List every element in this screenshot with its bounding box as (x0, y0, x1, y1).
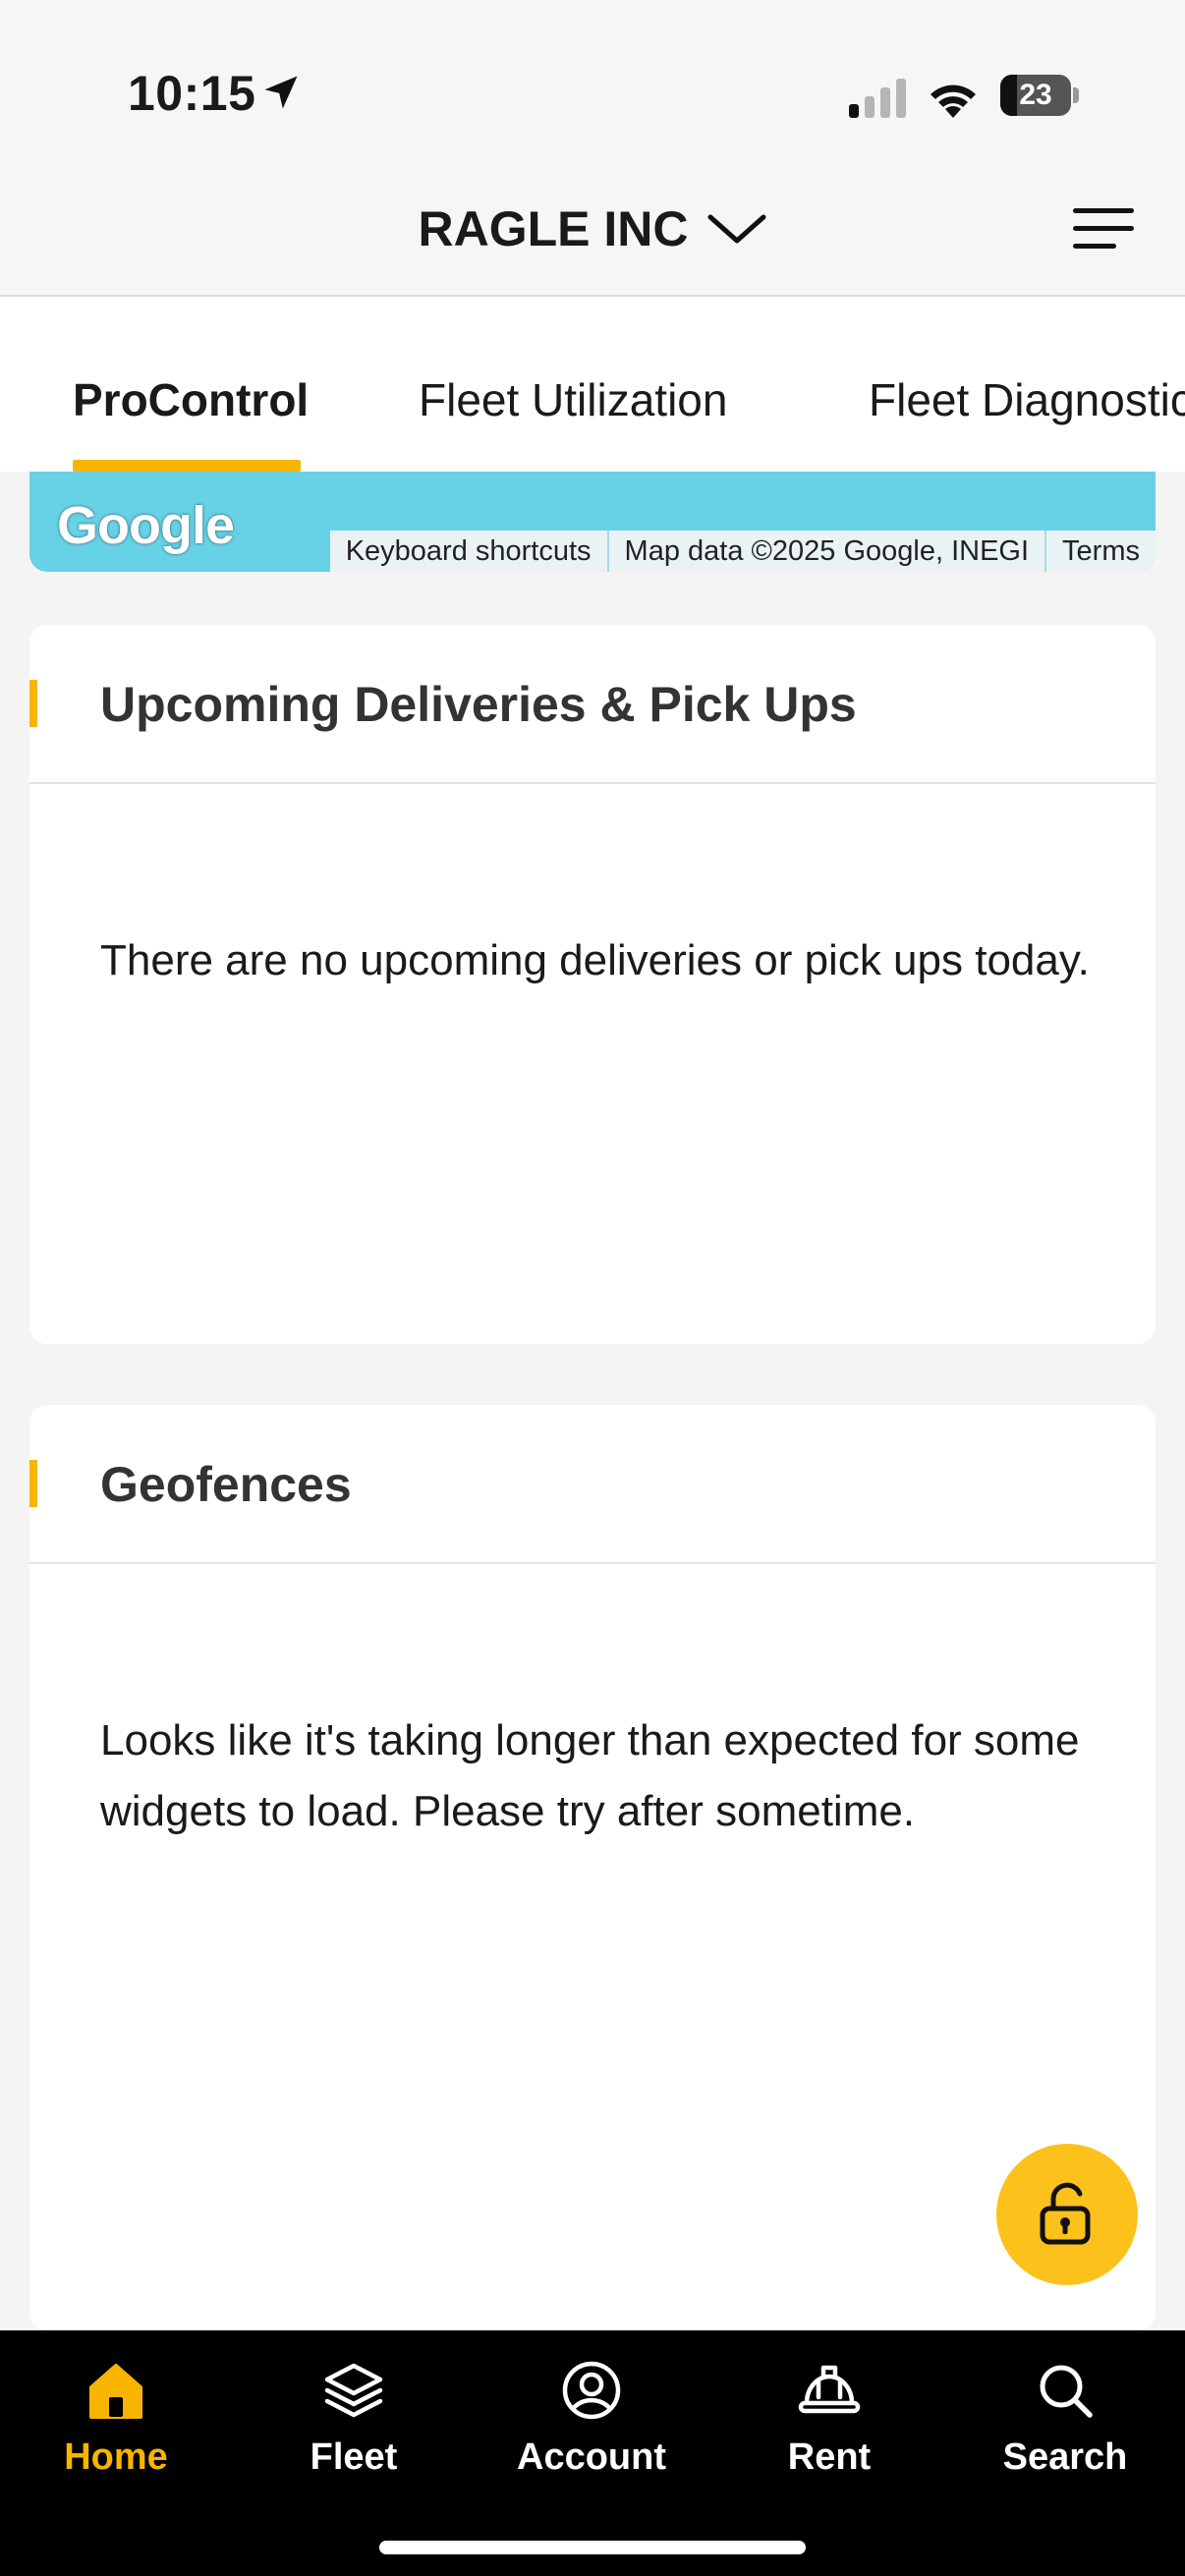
cellular-signal-icon (849, 79, 906, 118)
loading-timeout-message: Looks like it's taking longer than expec… (100, 1716, 1080, 1835)
tab-fleet-utilization[interactable]: Fleet Utilization (419, 373, 727, 426)
unlock-fab-button[interactable] (996, 2144, 1138, 2285)
nav-home[interactable]: Home (18, 2358, 214, 2479)
tab-fleet-diagnostics[interactable]: Fleet Diagnostics (869, 373, 1185, 426)
battery-percent: 23 (1019, 79, 1052, 111)
deliveries-card: Upcoming Deliveries & Pick Ups There are… (29, 625, 1156, 1344)
hard-hat-icon (798, 2365, 861, 2414)
app-screen: 10:15 23 RAGLE INC ProControl Fleet Util… (0, 0, 1185, 2576)
tab-bar: ProControl Fleet Utilization Fleet Diagn… (0, 297, 1185, 472)
keyboard-shortcuts-link[interactable]: Keyboard shortcuts (330, 531, 607, 572)
search-icon (1040, 2365, 1093, 2418)
status-time: 10:15 (128, 66, 256, 121)
layers-icon (324, 2363, 383, 2418)
card-title: Upcoming Deliveries & Pick Ups (100, 677, 857, 732)
account-icon (562, 2361, 621, 2420)
tab-procontrol[interactable]: ProControl (73, 373, 309, 426)
map-data-text: Map data ©2025 Google, INEGI (606, 531, 1045, 572)
nav-rent[interactable]: Rent (731, 2358, 928, 2479)
home-indicator[interactable] (379, 2541, 806, 2554)
company-switcher[interactable]: RAGLE INC (0, 196, 1185, 257)
nav-fleet[interactable]: Fleet (255, 2358, 452, 2479)
map-attribution: Keyboard shortcuts Map data ©2025 Google… (329, 531, 1156, 572)
nav-label: Search (1002, 2436, 1128, 2478)
card-title: Geofences (100, 1457, 352, 1512)
wifi-icon (931, 84, 976, 118)
nav-label: Account (517, 2436, 666, 2478)
google-logo: Google (57, 496, 235, 555)
app-header: RAGLE INC (0, 157, 1185, 297)
location-arrow-icon (264, 76, 298, 109)
card-header: Upcoming Deliveries & Pick Ups (29, 625, 1156, 784)
nav-label: Fleet (310, 2436, 398, 2478)
card-header: Geofences (29, 1405, 1156, 1564)
map-view[interactable]: Google Keyboard shortcuts Map data ©2025… (29, 472, 1156, 572)
company-name: RAGLE INC (418, 200, 689, 256)
card-accent-bar (29, 1460, 37, 1507)
card-accent-bar (29, 680, 37, 727)
geofences-card: Geofences Looks like it's taking longer … (29, 1405, 1156, 2330)
chevron-down-icon (707, 214, 765, 244)
terms-link[interactable]: Terms (1044, 531, 1156, 572)
empty-state-message: There are no upcoming deliveries or pick… (100, 936, 1090, 984)
status-bar: 10:15 23 (0, 0, 1185, 157)
battery-indicator: 23 (1000, 75, 1079, 116)
bottom-navigation: Home Fleet Account Rent Search (0, 2330, 1185, 2576)
nav-account[interactable]: Account (493, 2358, 690, 2479)
hamburger-menu-icon[interactable] (1071, 206, 1136, 252)
nav-label: Rent (787, 2436, 872, 2478)
nav-label: Home (64, 2436, 168, 2478)
nav-search[interactable]: Search (967, 2358, 1163, 2479)
home-icon (89, 2364, 142, 2419)
active-tab-indicator (73, 460, 301, 472)
unlock-icon (1040, 2182, 1091, 2245)
